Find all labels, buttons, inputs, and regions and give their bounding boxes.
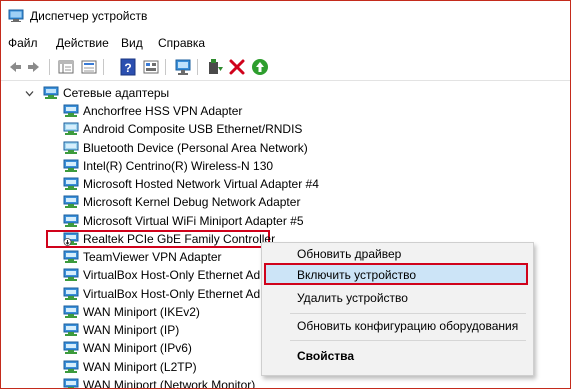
device-label: WAN Miniport (L2TP) <box>83 360 197 374</box>
uninstall-device-icon[interactable] <box>228 58 246 76</box>
network-adapter-icon <box>63 214 79 228</box>
category-label: Сетевые адаптеры <box>63 86 170 100</box>
window-title: Диспетчер устройств <box>30 9 148 23</box>
scan-hardware-icon[interactable] <box>174 58 192 76</box>
context-menu: Обновить драйвер Включить устройство Уда… <box>261 242 534 376</box>
toolbar-separator <box>49 59 50 75</box>
network-adapter-icon <box>63 195 79 209</box>
resource-view-icon[interactable] <box>142 58 160 76</box>
menu-item-uninstall-device[interactable]: Удалить устройство <box>297 291 408 305</box>
menu-file[interactable]: Файл <box>8 36 38 50</box>
device-label: Anchorfree HSS VPN Adapter <box>83 104 243 118</box>
menu-item-properties[interactable]: Свойства <box>297 349 354 363</box>
disabled-network-adapter-icon <box>63 232 79 246</box>
help-icon[interactable]: ? <box>119 58 137 76</box>
device-label: Intel(R) Centrino(R) Wireless-N 130 <box>83 159 274 173</box>
device-label: WAN Miniport (IPv6) <box>83 341 192 355</box>
device-label: WAN Miniport (IKEv2) <box>83 305 200 319</box>
context-menu-separator <box>290 340 526 341</box>
menu-item-update-driver[interactable]: Обновить драйвер <box>297 247 401 261</box>
network-adapter-icon <box>43 86 59 100</box>
menu-action[interactable]: Действие <box>56 36 109 50</box>
menu-view[interactable]: Вид <box>121 36 143 50</box>
network-adapter-icon <box>63 177 79 191</box>
device-manager-window: Диспетчер устройств Файл Действие Вид Сп… <box>0 0 571 389</box>
svg-text:?: ? <box>124 61 131 75</box>
network-adapter-icon <box>63 268 79 282</box>
network-adapter-icon <box>63 305 79 319</box>
device-label: VirtualBox Host-Only Ethernet Ad <box>83 268 261 282</box>
back-arrow-icon[interactable] <box>5 58 23 76</box>
toolbar-separator <box>165 59 166 75</box>
network-adapter-icon <box>63 159 79 173</box>
network-adapter-icon <box>63 250 79 264</box>
category-network-adapters[interactable]: Сетевые адаптеры <box>43 84 283 102</box>
device-label: WAN Miniport (IP) <box>83 323 180 337</box>
network-adapter-icon <box>63 323 79 337</box>
properties-icon[interactable] <box>80 58 98 76</box>
network-adapter-icon <box>63 122 79 136</box>
network-adapter-icon <box>63 287 79 301</box>
network-adapter-icon <box>63 378 79 388</box>
context-menu-separator <box>290 313 526 314</box>
enable-device-icon[interactable] <box>251 58 269 76</box>
menu-item-enable-device[interactable]: Включить устройство <box>297 268 416 282</box>
device-label: Microsoft Virtual WiFi Miniport Adapter … <box>83 214 304 228</box>
toolbar: ? <box>1 54 570 81</box>
device-label: Microsoft Kernel Debug Network Adapter <box>83 195 301 209</box>
title-bar: Диспетчер устройств <box>1 1 570 31</box>
update-driver-icon[interactable] <box>206 58 224 76</box>
device-manager-icon <box>8 9 24 22</box>
toolbar-separator <box>197 59 198 75</box>
device-label: VirtualBox Host-Only Ethernet Ad <box>83 287 261 301</box>
device-label: Microsoft Hosted Network Virtual Adapter… <box>83 177 319 191</box>
menu-help[interactable]: Справка <box>158 36 205 50</box>
menu-bar: Файл Действие Вид Справка <box>1 32 570 54</box>
forward-arrow-icon[interactable] <box>26 58 44 76</box>
device-label: Android Composite USB Ethernet/RNDIS <box>83 122 303 136</box>
menu-item-scan-hardware[interactable]: Обновить конфигурацию оборудования <box>297 319 518 333</box>
device-label: TeamViewer VPN Adapter <box>83 250 222 264</box>
toolbar-separator <box>103 59 104 75</box>
show-hide-tree-icon[interactable] <box>57 58 75 76</box>
device-label: Bluetooth Device (Personal Area Network) <box>83 141 308 155</box>
network-adapter-icon <box>63 360 79 374</box>
network-adapter-icon <box>63 104 79 118</box>
network-adapter-icon <box>63 341 79 355</box>
device-label: WAN Miniport (Network Monitor) <box>83 378 256 389</box>
chevron-down-icon[interactable] <box>25 87 34 97</box>
network-adapter-icon <box>63 141 79 155</box>
device-label: Realtek PCIe GbE Family Controller <box>83 232 276 246</box>
